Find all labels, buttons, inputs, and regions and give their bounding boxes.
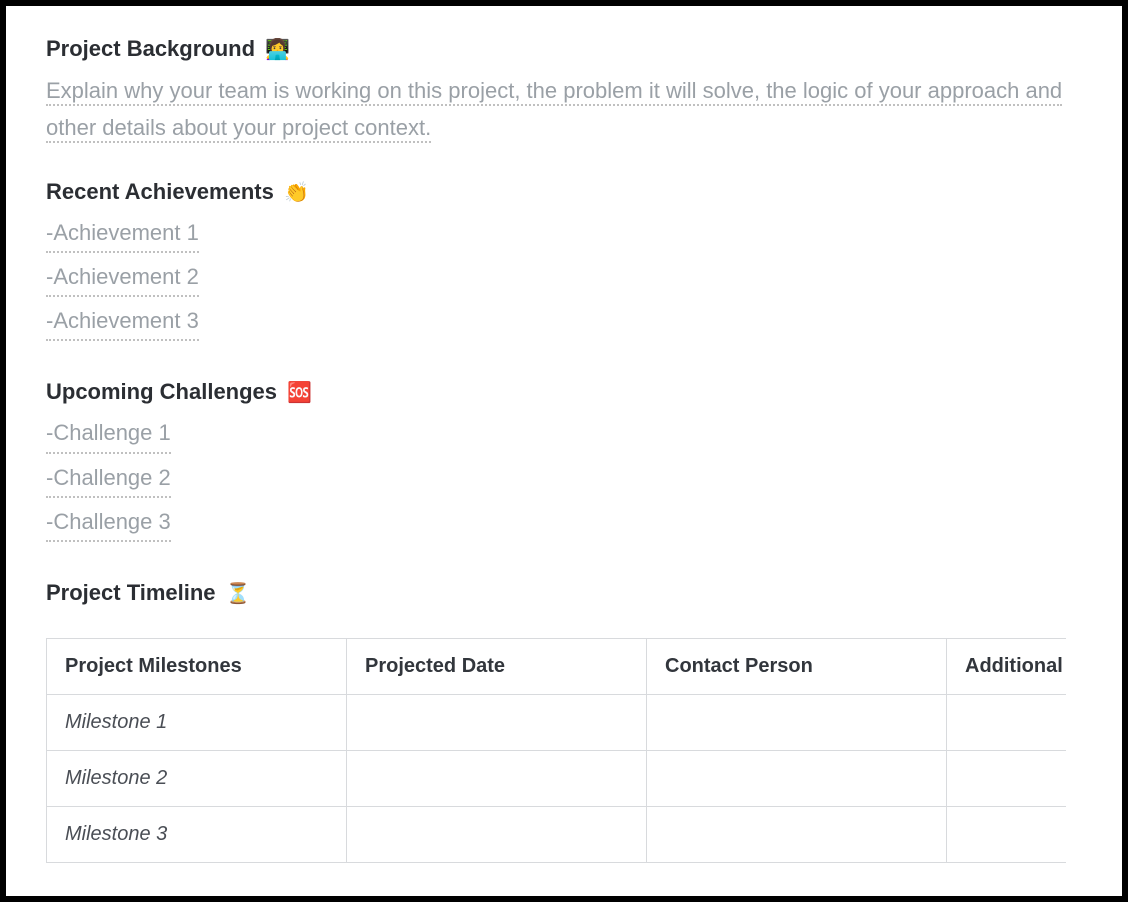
project-timeline-title: Project Timeline: [46, 580, 216, 605]
col-additional: Additional: [947, 638, 1067, 694]
date-cell[interactable]: [347, 750, 647, 806]
technologist-icon: 👩‍💻: [265, 39, 290, 61]
list-item[interactable]: -Achievement 2: [46, 259, 1082, 303]
achievement-placeholder[interactable]: -Achievement 3: [46, 303, 199, 341]
table-row[interactable]: Milestone 3: [47, 806, 1067, 862]
contact-cell[interactable]: [647, 694, 947, 750]
recent-achievements-section: Recent Achievements 👏 -Achievement 1 -Ac…: [46, 179, 1082, 348]
challenge-placeholder[interactable]: -Challenge 3: [46, 504, 171, 542]
project-background-placeholder[interactable]: Explain why your team is working on this…: [46, 78, 1062, 143]
achievement-placeholder[interactable]: -Achievement 2: [46, 259, 199, 297]
challenge-placeholder[interactable]: -Challenge 2: [46, 460, 171, 498]
col-contact-person: Contact Person: [647, 638, 947, 694]
upcoming-challenges-heading: Upcoming Challenges 🆘: [46, 379, 1082, 405]
table-row[interactable]: Milestone 1: [47, 694, 1067, 750]
hourglass-icon: ⏳: [226, 583, 251, 605]
col-project-milestones: Project Milestones: [47, 638, 347, 694]
upcoming-challenges-section: Upcoming Challenges 🆘 -Challenge 1 -Chal…: [46, 379, 1082, 548]
additional-cell[interactable]: [947, 694, 1067, 750]
project-background-heading: Project Background 👩‍💻: [46, 36, 1082, 62]
project-background-title: Project Background: [46, 36, 255, 61]
list-item[interactable]: -Achievement 1: [46, 215, 1082, 259]
timeline-table-wrap: Project Milestones Projected Date Contac…: [46, 616, 1066, 863]
recent-achievements-heading: Recent Achievements 👏: [46, 179, 1082, 205]
additional-cell[interactable]: [947, 750, 1067, 806]
list-item[interactable]: -Challenge 3: [46, 504, 1082, 548]
milestone-cell[interactable]: Milestone 1: [47, 694, 347, 750]
recent-achievements-title: Recent Achievements: [46, 179, 274, 204]
list-item[interactable]: -Achievement 3: [46, 303, 1082, 347]
list-item[interactable]: -Challenge 2: [46, 460, 1082, 504]
project-background-section: Project Background 👩‍💻 Explain why your …: [46, 36, 1082, 147]
challenges-list[interactable]: -Challenge 1 -Challenge 2 -Challenge 3: [46, 415, 1082, 548]
project-timeline-heading: Project Timeline ⏳: [46, 580, 1082, 606]
contact-cell[interactable]: [647, 806, 947, 862]
table-row[interactable]: Milestone 2: [47, 750, 1067, 806]
date-cell[interactable]: [347, 806, 647, 862]
clap-icon: 👏: [284, 182, 309, 204]
date-cell[interactable]: [347, 694, 647, 750]
upcoming-challenges-title: Upcoming Challenges: [46, 379, 277, 404]
list-item[interactable]: -Challenge 1: [46, 415, 1082, 459]
milestone-cell[interactable]: Milestone 3: [47, 806, 347, 862]
timeline-table[interactable]: Project Milestones Projected Date Contac…: [46, 638, 1066, 863]
project-timeline-section: Project Timeline ⏳ Project Milestones Pr…: [46, 580, 1082, 863]
milestone-cell[interactable]: Milestone 2: [47, 750, 347, 806]
achievement-placeholder[interactable]: -Achievement 1: [46, 215, 199, 253]
table-header-row: Project Milestones Projected Date Contac…: [47, 638, 1067, 694]
achievements-list[interactable]: -Achievement 1 -Achievement 2 -Achieveme…: [46, 215, 1082, 348]
additional-cell[interactable]: [947, 806, 1067, 862]
col-projected-date: Projected Date: [347, 638, 647, 694]
contact-cell[interactable]: [647, 750, 947, 806]
project-background-body[interactable]: Explain why your team is working on this…: [46, 72, 1082, 147]
sos-icon: 🆘: [287, 382, 312, 404]
challenge-placeholder[interactable]: -Challenge 1: [46, 415, 171, 453]
